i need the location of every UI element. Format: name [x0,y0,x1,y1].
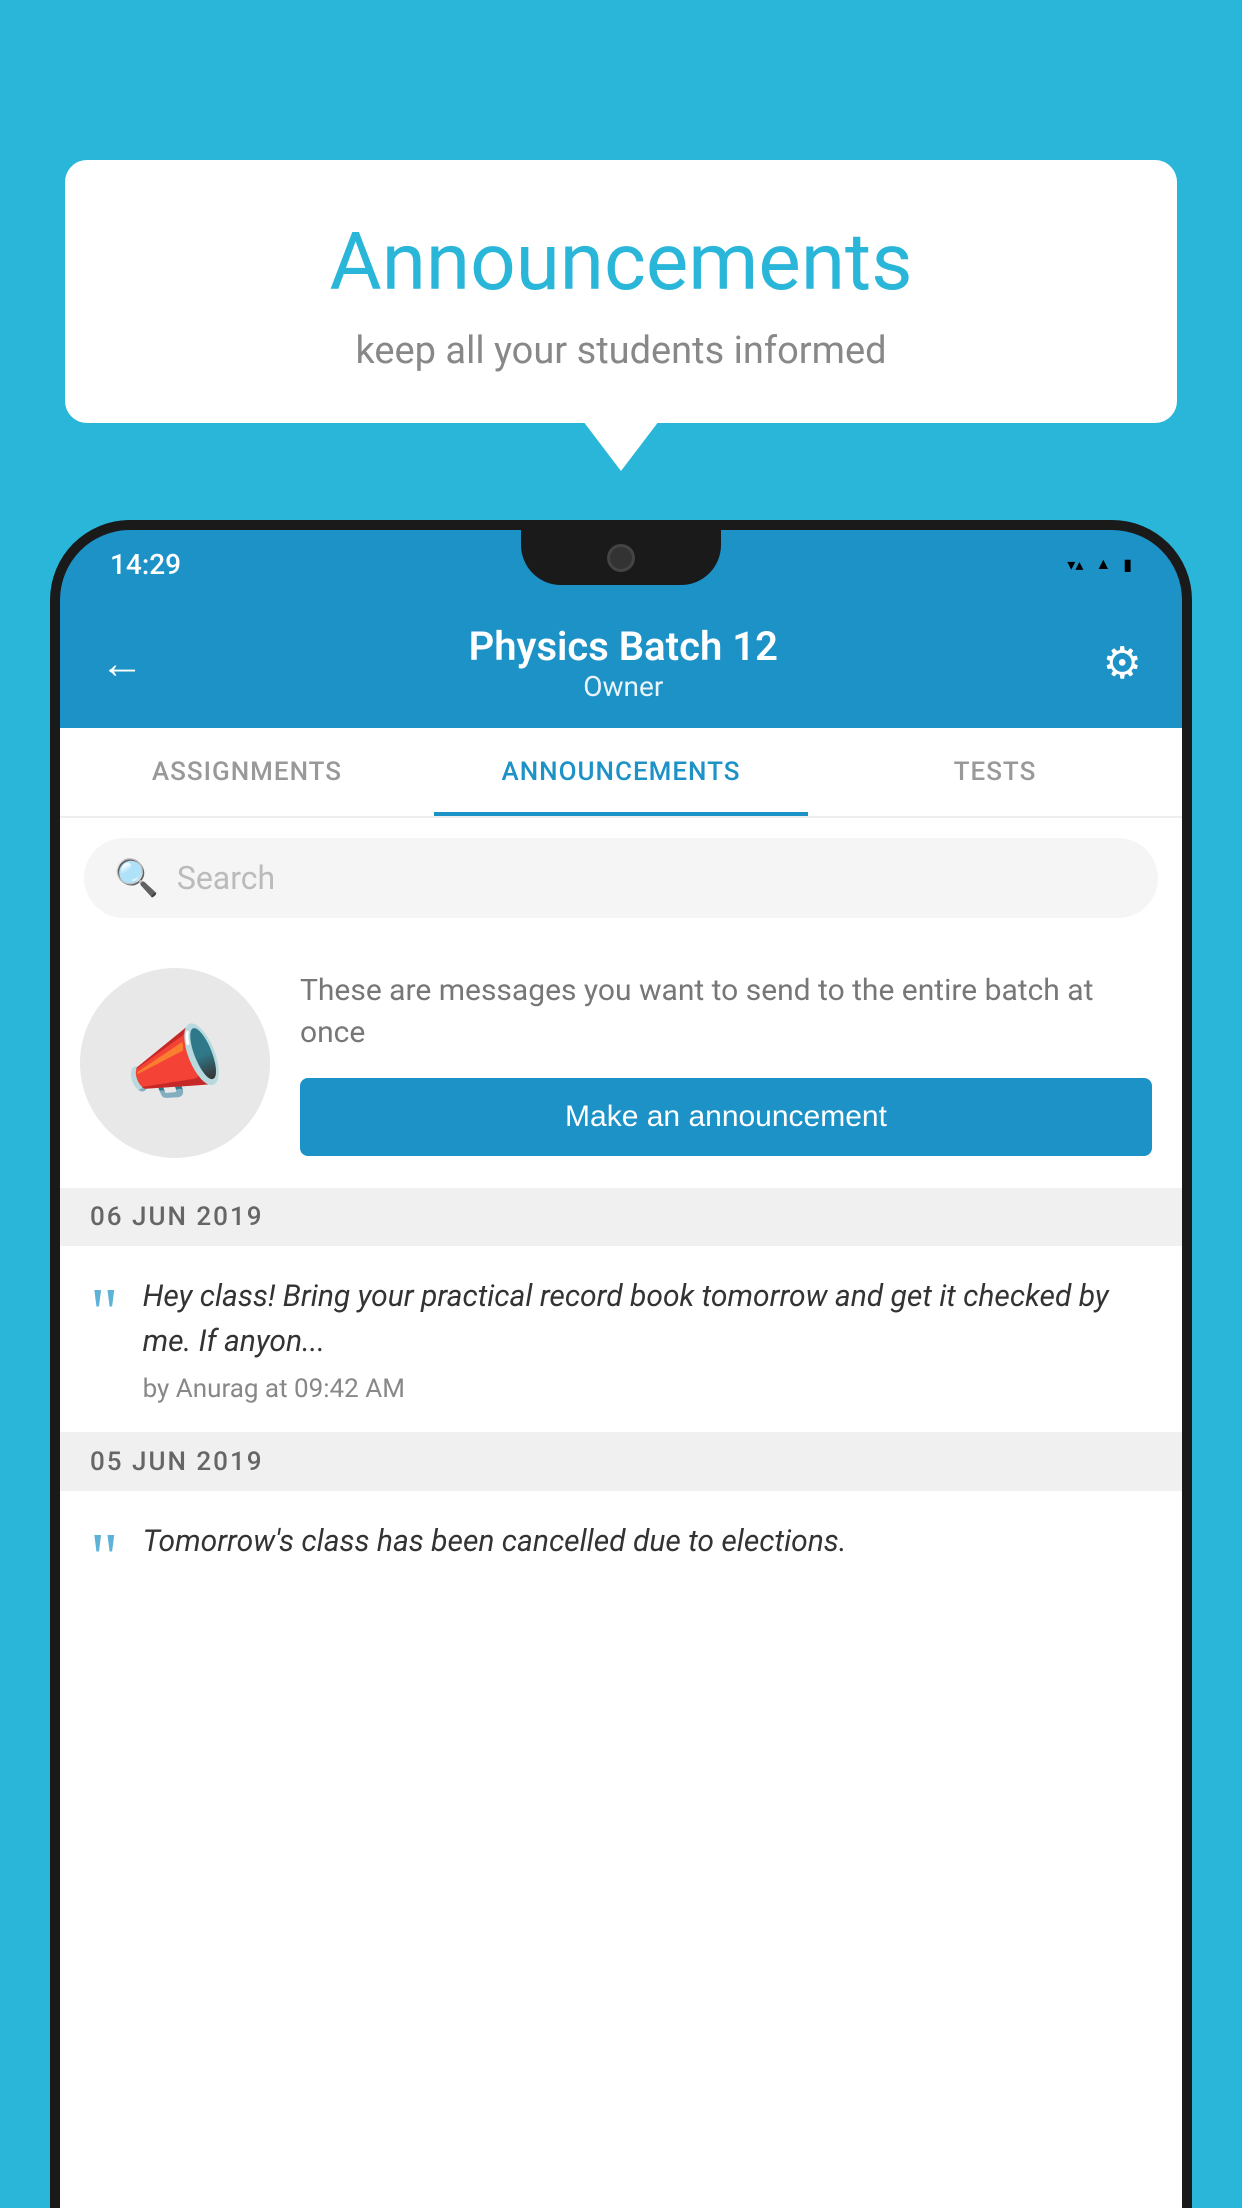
tab-tests[interactable]: TESTS [808,728,1182,816]
announcement-content-1: Hey class! Bring your practical record b… [143,1274,1152,1404]
header-title-group: Physics Batch 12 Owner [469,623,778,703]
status-icons: ▾▴ ▲ ▮ [1067,554,1132,574]
announcement-text-1: Hey class! Bring your practical record b… [143,1274,1152,1364]
megaphone-circle: 📣 [80,968,270,1158]
phone-notch [521,530,721,585]
announcement-item-1[interactable]: " Hey class! Bring your practical record… [60,1246,1182,1433]
signal-icon: ▲ [1095,554,1111,574]
date-separator-1: 06 JUN 2019 [60,1188,1182,1246]
wifi-icon: ▾▴ [1067,555,1083,574]
speech-bubble-container: Announcements keep all your students inf… [65,160,1177,423]
speech-bubble-title: Announcements [125,215,1117,309]
make-announcement-button[interactable]: Make an announcement [300,1078,1152,1156]
promo-description: These are messages you want to send to t… [300,970,1152,1054]
search-bar[interactable]: 🔍 Search [84,838,1158,918]
status-time: 14:29 [110,548,181,581]
search-icon: 🔍 [114,857,159,899]
quote-icon-2: " [90,1524,119,1594]
tab-assignments[interactable]: ASSIGNMENTS [60,728,434,816]
announcement-author-1: by Anurag at 09:42 AM [143,1374,1152,1404]
camera [607,544,635,572]
announcement-text-2: Tomorrow's class has been cancelled due … [143,1519,1152,1564]
tab-announcements[interactable]: ANNOUNCEMENTS [434,728,808,816]
search-placeholder: Search [177,859,275,897]
announcement-item-2[interactable]: " Tomorrow's class has been cancelled du… [60,1491,1182,1622]
battery-icon: ▮ [1123,555,1132,574]
speech-bubble: Announcements keep all your students inf… [65,160,1177,423]
date-separator-2: 05 JUN 2019 [60,1433,1182,1491]
app-header: ← Physics Batch 12 Owner ⚙ [60,598,1182,728]
promo-right: These are messages you want to send to t… [300,970,1152,1156]
batch-title: Physics Batch 12 [469,623,778,670]
screen-content: 🔍 Search 📣 These are messages you want t… [60,818,1182,2208]
megaphone-icon: 📣 [125,1016,225,1110]
announcement-content-2: Tomorrow's class has been cancelled due … [143,1519,1152,1574]
phone-inner: 14:29 ▾▴ ▲ ▮ ← Physics Batch 12 Owner ⚙ … [60,530,1182,2208]
settings-icon[interactable]: ⚙ [1103,637,1142,689]
batch-subtitle: Owner [469,670,778,703]
quote-icon-1: " [90,1279,119,1349]
tabs-bar: ASSIGNMENTS ANNOUNCEMENTS TESTS [60,728,1182,818]
back-button[interactable]: ← [100,637,144,689]
announcement-promo: 📣 These are messages you want to send to… [60,938,1182,1188]
speech-bubble-subtitle: keep all your students informed [125,329,1117,373]
phone-frame: 14:29 ▾▴ ▲ ▮ ← Physics Batch 12 Owner ⚙ … [50,520,1192,2208]
